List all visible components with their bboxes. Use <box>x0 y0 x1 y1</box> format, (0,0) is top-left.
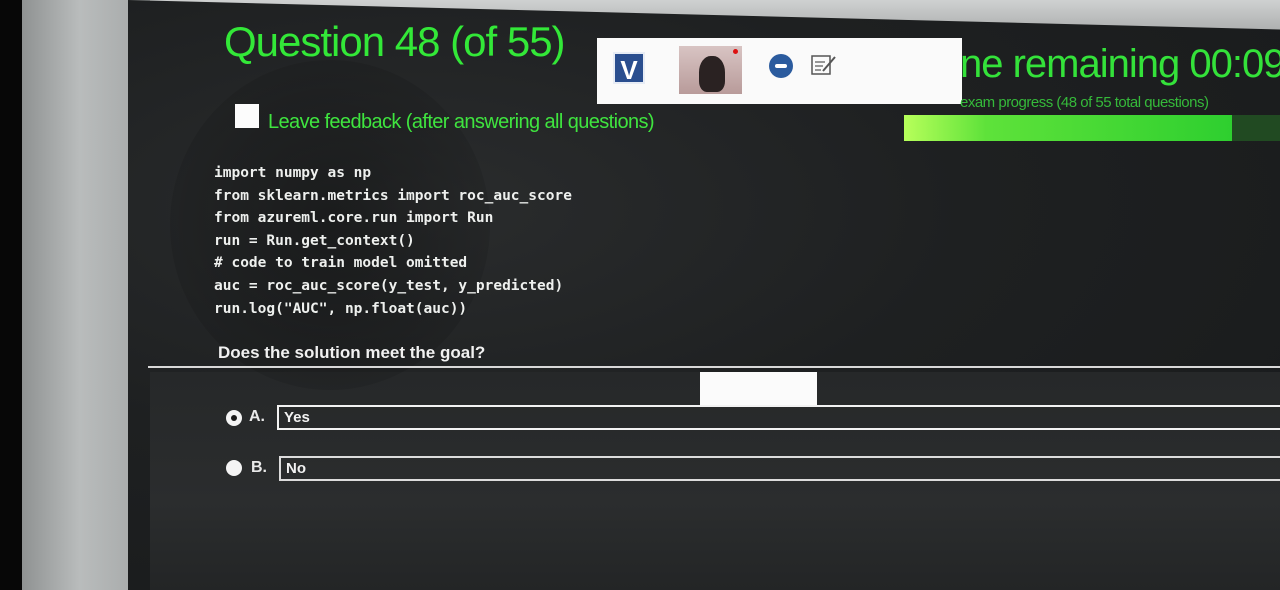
chat-icon[interactable] <box>769 54 793 78</box>
option-a-letter: A. <box>249 408 265 425</box>
divider <box>148 366 1280 368</box>
proctor-logo-icon: V <box>613 52 645 85</box>
exam-progress-bar <box>904 115 1280 141</box>
monitor-bezel <box>0 0 22 590</box>
code-line: run.log("AUC", np.float(auc)) <box>214 300 468 317</box>
code-line: auc = roc_auc_score(y_test, y_predicted) <box>214 277 564 294</box>
code-line: run = Run.get_context() <box>214 232 415 249</box>
option-a-radio[interactable] <box>226 410 242 426</box>
screen-glare <box>700 372 817 405</box>
proctor-toolbar: V <box>597 38 962 104</box>
option-b-letter: B. <box>251 459 267 476</box>
exam-progress-label: exam progress (48 of 55 total questions) <box>960 94 1209 111</box>
feedback-label: Leave feedback (after answering all ques… <box>268 111 655 133</box>
exam-progress-fill <box>904 115 1233 141</box>
option-b-radio[interactable] <box>226 460 242 476</box>
notes-icon[interactable] <box>811 54 837 76</box>
code-line: from sklearn.metrics import roc_auc_scor… <box>214 187 572 204</box>
feedback-checkbox[interactable] <box>235 104 259 128</box>
code-block: import numpy as np from sklearn.metrics i… <box>214 162 572 320</box>
webcam-feed <box>679 46 742 94</box>
question-title: Question 48 (of 55) <box>224 18 566 65</box>
code-line: from azureml.core.run import Run <box>214 210 494 227</box>
code-line: # code to train model omitted <box>214 255 468 272</box>
code-line: import numpy as np <box>214 165 372 181</box>
recording-dot <box>733 49 738 54</box>
question-text: Does the solution meet the goal? <box>218 343 486 362</box>
option-a-answer[interactable]: Yes <box>277 405 1280 430</box>
time-remaining: ne remaining 00:09 <box>960 42 1280 86</box>
option-b-answer[interactable]: No <box>279 456 1280 481</box>
webcam-person <box>699 56 725 92</box>
